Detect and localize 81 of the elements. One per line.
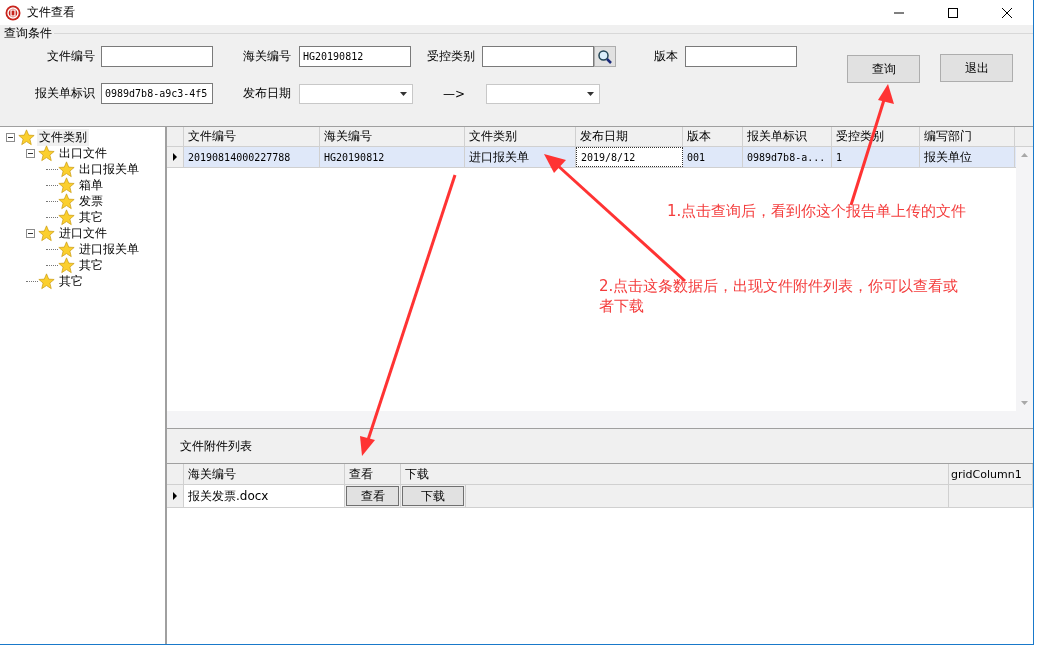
dropdown-caret-icon — [587, 91, 594, 96]
star-icon — [58, 208, 75, 226]
column-header[interactable]: 发布日期 — [576, 127, 683, 146]
group-title: 查询条件 — [4, 24, 52, 42]
table-cell: 2019/8/12 — [576, 147, 683, 167]
table-cell: 0989d7b8-a... — [743, 147, 832, 167]
input-field[interactable] — [685, 46, 797, 67]
tree-item[interactable]: 进口文件 — [57, 224, 109, 242]
input-field[interactable]: HG20190812 — [299, 46, 411, 67]
column-header[interactable]: 文件类别 — [465, 127, 576, 146]
tree-connector-line — [46, 264, 58, 266]
star-icon — [58, 192, 75, 210]
scroll-up-icon[interactable] — [1021, 153, 1028, 157]
column-header[interactable]: 海关编号 — [184, 464, 345, 484]
column-header[interactable]: 报关单标识 — [743, 127, 832, 146]
exit-button[interactable]: 退出 — [940, 54, 1013, 82]
table-row[interactable]: 20190814000227788 HG20190812 进口报关单 2019/8/12 001 0989d7b8-a... 1 报关单位 — [167, 147, 1016, 168]
table-cell: 1 — [832, 147, 920, 167]
field-label: 报关单标识 — [34, 85, 95, 102]
app-logo-icon — [5, 4, 21, 21]
scroll-down-icon[interactable] — [1021, 401, 1028, 405]
star-icon — [58, 176, 75, 194]
star-icon — [18, 128, 35, 146]
input-field[interactable] — [482, 46, 594, 67]
star-icon — [58, 240, 75, 258]
tree-connector-line — [46, 168, 58, 170]
range-arrow: —> — [443, 86, 467, 101]
window-title: 文件查看 — [27, 4, 75, 21]
close-icon[interactable] — [1001, 6, 1013, 19]
star-icon — [38, 272, 55, 290]
field-label: 版本 — [653, 48, 678, 65]
column-header[interactable]: 版本 — [683, 127, 743, 146]
tree-item[interactable]: 进口报关单 — [77, 240, 141, 258]
vertical-scrollbar[interactable] — [1016, 147, 1033, 411]
view-button[interactable]: 查看 — [346, 486, 399, 506]
annotation-text: 2.点击这条数据后，出现文件附件列表，你可以查看或者下载 — [599, 276, 960, 316]
maximize-icon[interactable] — [947, 6, 959, 19]
star-icon — [58, 160, 75, 178]
tree-connector-line — [46, 216, 58, 218]
collapse-toggle-icon[interactable] — [26, 148, 35, 158]
star-icon — [38, 144, 55, 162]
table-cell: 20190814000227788 — [184, 147, 320, 167]
tree-item[interactable]: 其它 — [57, 272, 85, 290]
tree-connector-line — [46, 200, 58, 202]
star-icon — [58, 256, 75, 274]
tree-item[interactable]: 出口文件 — [57, 144, 109, 162]
horizontal-scrollbar[interactable] — [167, 411, 1033, 428]
column-header[interactable]: 下载 — [401, 464, 949, 484]
table-cell: HG20190812 — [320, 147, 465, 167]
tree-connector-line — [46, 184, 58, 186]
collapse-toggle-icon[interactable] — [26, 228, 35, 238]
query-button[interactable]: 查询 — [847, 55, 920, 83]
star-icon — [38, 224, 55, 242]
column-header[interactable]: gridColumn1 — [949, 464, 1033, 484]
field-label: 发布日期 — [242, 85, 291, 102]
row-pointer-icon — [173, 153, 177, 161]
tree-item[interactable]: 出口报关单 — [77, 160, 141, 178]
tree-connector-line — [46, 248, 58, 250]
field-label: 受控类别 — [426, 48, 475, 65]
search-button[interactable] — [594, 46, 616, 67]
section-title: 文件附件列表 — [180, 437, 252, 455]
column-header[interactable]: 查看 — [345, 464, 401, 484]
field-label: 海关编号 — [242, 48, 291, 65]
tree-item[interactable]: 箱单 — [77, 176, 105, 194]
table-cell: 报关单位 — [920, 147, 1015, 167]
field-label: 文件编号 — [46, 48, 95, 65]
input-field[interactable] — [101, 46, 213, 67]
download-button[interactable]: 下载 — [402, 486, 464, 506]
tree-item[interactable]: 文件类别 — [37, 128, 89, 146]
dropdown-caret-icon — [400, 91, 407, 96]
tree-item[interactable]: 发票 — [77, 192, 105, 210]
tree-item[interactable]: 其它 — [77, 256, 105, 274]
input-field[interactable]: 0989d7b8-a9c3-4f5 — [101, 83, 213, 104]
row-pointer-icon — [173, 492, 177, 500]
annotation-text: 1.点击查询后，看到你这个报告单上传的文件 — [667, 201, 967, 221]
table-cell: 001 — [683, 147, 743, 167]
column-header[interactable]: 文件编号 — [184, 127, 320, 146]
tree-connector-line — [26, 280, 38, 282]
column-header[interactable]: 海关编号 — [320, 127, 465, 146]
tree-item[interactable]: 其它 — [77, 208, 105, 226]
collapse-toggle-icon[interactable] — [6, 132, 15, 142]
